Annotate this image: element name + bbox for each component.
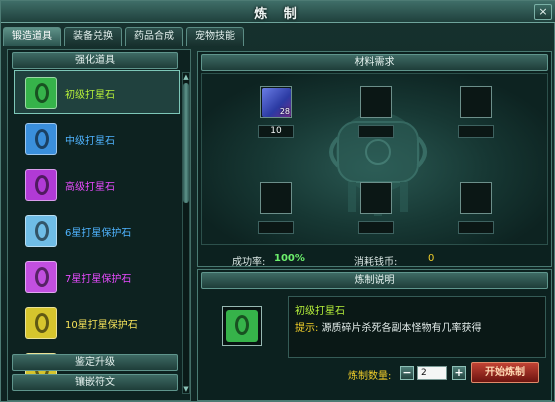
list-item[interactable]: 7星打星保护石: [14, 254, 180, 298]
decrease-quantity-button[interactable]: −: [400, 366, 414, 380]
scroll-up-arrow-icon[interactable]: ▲: [183, 73, 189, 81]
hint-label: 提示:: [295, 323, 319, 334]
tab-equipment-exchange[interactable]: 装备兑换: [64, 27, 122, 46]
description-item-name: 初级打星石: [295, 306, 345, 317]
quantity-label: 炼制数量:: [348, 371, 392, 382]
material-quantity: 10: [258, 125, 294, 138]
item-name: 高级打星石: [65, 182, 115, 193]
blue-gem-icon: [25, 123, 57, 155]
list-item[interactable]: 高级打星石: [14, 162, 180, 206]
start-crafting-button[interactable]: 开始炼制: [471, 362, 539, 383]
crafting-description-panel: 炼制说明 初级打星石 提示: 源质碎片杀死各副本怪物有几率获得 炼制数量: − …: [197, 269, 552, 401]
tab-pet-skills[interactable]: 宠物技能: [186, 27, 244, 46]
title-bar[interactable]: 炼 制 ×: [1, 1, 555, 23]
list-item[interactable]: 6星打星保护石: [14, 208, 180, 252]
cost-label: 消耗钱币:: [354, 257, 398, 268]
section-header-materials: 材料需求: [201, 54, 548, 71]
item-name: 10星打星保护石: [65, 320, 138, 331]
success-rate-value: 100%: [274, 253, 305, 264]
description-hint: 提示: 源质碎片杀死各副本怪物有几率获得: [295, 319, 482, 334]
cost-value: 0: [428, 253, 435, 264]
material-slot[interactable]: [260, 182, 292, 214]
material-quantity: [358, 221, 394, 234]
purple-gem-icon: [25, 169, 57, 201]
item-list: 初级打星石 中级打星石 高级打星石 6星打星保护石 7星打星保护石 10星打星保…: [14, 70, 180, 394]
yellow-gem-icon: [25, 307, 57, 339]
tab-forge-items[interactable]: 锻造道具: [3, 27, 61, 46]
green-gem-icon: [25, 77, 57, 109]
description-box: 初级打星石 提示: 源质碎片杀死各副本怪物有几率获得: [288, 296, 546, 358]
list-item[interactable]: 中级打星石: [14, 116, 180, 160]
crafting-window: 炼 制 × 锻造道具 装备兑换 药品合成 宠物技能 强化道具 初级打星石 中级打…: [0, 0, 555, 402]
material-quantity: [358, 125, 394, 138]
list-item[interactable]: 10星打星保护石: [14, 300, 180, 344]
light-blue-gem-icon: [25, 215, 57, 247]
section-header-inlay-runes[interactable]: 镶嵌符文: [12, 374, 178, 391]
window-title: 炼 制: [254, 7, 303, 22]
list-item[interactable]: 初级打星石: [14, 70, 180, 114]
success-rate-label: 成功率:: [232, 257, 266, 268]
material-quantity: [458, 221, 494, 234]
item-category-panel: 强化道具 初级打星石 中级打星石 高级打星石 6星打星保护石 7星打星保护石 1…: [7, 49, 191, 401]
increase-quantity-button[interactable]: +: [452, 366, 466, 380]
material-slot[interactable]: [360, 86, 392, 118]
material-slot[interactable]: 28: [260, 86, 292, 118]
material-quantity: [458, 125, 494, 138]
close-button[interactable]: ×: [534, 4, 552, 20]
material-count-badge: 28: [279, 107, 290, 116]
selected-item-frame: [222, 306, 262, 346]
quantity-input[interactable]: 2: [417, 366, 447, 380]
scroll-thumb[interactable]: [183, 83, 189, 203]
section-header-enhance-items[interactable]: 强化道具: [12, 52, 178, 69]
violet-gem-icon: [25, 261, 57, 293]
hint-text: 源质碎片杀死各副本怪物有几率获得: [321, 323, 482, 334]
material-slot[interactable]: [460, 182, 492, 214]
material-slot[interactable]: [360, 182, 392, 214]
item-name: 7星打星保护石: [65, 274, 132, 285]
item-list-scrollbar[interactable]: ▲ ▼: [182, 72, 190, 394]
tab-potion-synthesis[interactable]: 药品合成: [125, 27, 183, 46]
scroll-down-arrow-icon[interactable]: ▼: [183, 385, 189, 393]
material-slot-area: 28 10: [201, 73, 548, 245]
item-name: 初级打星石: [65, 90, 115, 101]
material-slot[interactable]: [460, 86, 492, 118]
item-name: 6星打星保护石: [65, 228, 132, 239]
section-header-description: 炼制说明: [201, 272, 548, 289]
material-requirements-panel: 材料需求 28 10 成功率: 100% 消耗钱币: 0: [197, 51, 552, 268]
tab-bar: 锻造道具 装备兑换 药品合成 宠物技能: [3, 27, 244, 46]
item-name: 中级打星石: [65, 136, 115, 147]
material-quantity: [258, 221, 294, 234]
green-gem-icon: [226, 310, 258, 342]
section-header-identify-upgrade[interactable]: 鉴定升级: [12, 354, 178, 371]
